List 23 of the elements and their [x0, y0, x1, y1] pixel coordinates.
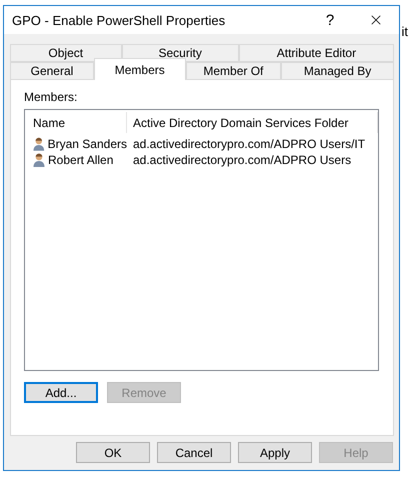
- member-name[interactable]: Robert Allen: [48, 153, 114, 167]
- user-icon: [33, 153, 45, 167]
- tab[interactable]: Managed By: [281, 62, 394, 80]
- members-list[interactable]: Name Active Directory Domain Services Folder Bryan Sanders ad.activedirectorypro.com/ADPRO Users/IT Robert Allen ad.activedirectorypro.com/ADPRO Users: [24, 109, 379, 371]
- background-text: it: [402, 24, 408, 39]
- dialog-button[interactable]: Cancel: [157, 442, 231, 463]
- folder-cell-text: ad.activedirectorypro.com/ADPRO Users/IT: [132, 137, 366, 151]
- tab[interactable]: Attribute Editor: [238, 44, 394, 62]
- dialog-button[interactable]: OK: [76, 442, 150, 463]
- column-header[interactable]: Active Directory Domain Services Folder: [127, 112, 378, 133]
- tab[interactable]: General: [10, 62, 94, 80]
- column-header[interactable]: Name: [27, 112, 127, 133]
- window-title: GPO - Enable PowerShell Properties: [12, 12, 226, 28]
- dialog-button[interactable]: Apply: [238, 442, 312, 463]
- tab[interactable]: Object: [10, 44, 122, 62]
- folder-cell-text: ad.activedirectorypro.com/ADPRO Users: [132, 153, 352, 167]
- member-name[interactable]: Bryan Sanders: [48, 137, 127, 151]
- tab[interactable]: Members: [94, 58, 186, 80]
- user-icon: [33, 137, 45, 151]
- tab[interactable]: Member Of: [186, 62, 282, 80]
- members-label: Members:: [24, 90, 78, 104]
- list-button[interactable]: Add...: [24, 382, 98, 403]
- help-glyph[interactable]: ?: [307, 12, 353, 28]
